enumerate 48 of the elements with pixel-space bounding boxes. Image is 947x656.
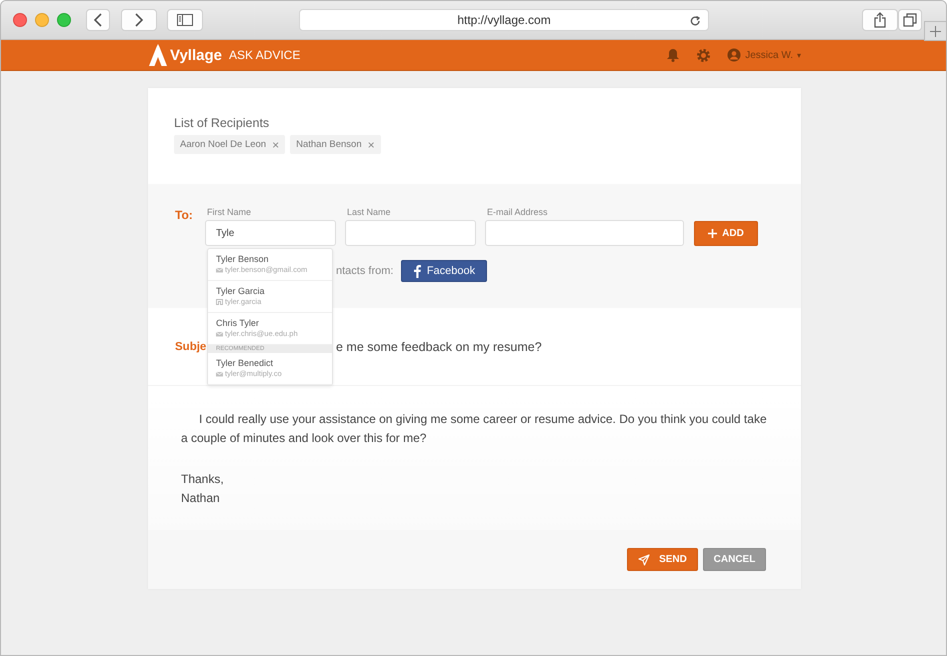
url-text: http://vyllage.com	[457, 13, 551, 27]
to-label: To:	[175, 208, 194, 222]
tent-logo-icon	[149, 44, 167, 66]
tabs-icon	[903, 13, 917, 27]
plus-icon	[930, 26, 941, 36]
facebook-button[interactable]: Facebook	[401, 260, 488, 282]
contact-name: Chris Tyler	[216, 318, 260, 328]
contact-name: Tyler Benedict	[216, 358, 274, 368]
envelope-icon	[216, 370, 223, 376]
envelope-icon	[216, 330, 223, 336]
tabs-button[interactable]	[898, 9, 922, 31]
forward-icon	[134, 13, 144, 27]
settings-icon[interactable]	[696, 48, 712, 62]
back-button[interactable]	[86, 9, 110, 31]
contact-name: Tyler Benson	[216, 254, 270, 264]
subject-label: Subje	[175, 341, 205, 353]
paper-plane-icon	[638, 554, 650, 566]
input-field[interactable]	[485, 220, 684, 246]
import-label: ntacts from:	[336, 265, 394, 277]
field-label: E-mail Address	[487, 207, 549, 217]
address-bar[interactable]: http://vyllage.com	[299, 9, 709, 31]
section-title: ASK ADVICE	[228, 48, 300, 62]
minimize-icon[interactable]	[35, 13, 49, 27]
field-label: First Name	[207, 207, 252, 217]
forward-button[interactable]	[121, 9, 157, 31]
avatar-icon	[727, 48, 742, 62]
bell-icon[interactable]	[666, 48, 680, 62]
facebook-logo-icon	[414, 264, 421, 278]
close-icon[interactable]	[13, 13, 27, 27]
recipients-heading: List of Recipients	[174, 116, 270, 130]
input-field[interactable]: Tyle	[205, 220, 336, 246]
contact-name: Tyler Garcia	[216, 286, 266, 296]
sidebar-icon	[177, 14, 193, 26]
input-field[interactable]	[345, 220, 476, 246]
subject-text[interactable]: e me some feedback on my resume?	[336, 340, 542, 354]
recipient-chip: Nathan Benson ×	[290, 135, 381, 154]
share-button[interactable]	[862, 9, 898, 31]
share-icon	[874, 12, 886, 28]
recipient-chip: Aaron Noel De Leon ×	[174, 135, 286, 154]
envelope-icon	[216, 266, 223, 272]
reload-icon[interactable]	[690, 15, 701, 27]
message-body[interactable]: I could really use your assistance on giving me some career or resume advice. Do you think you could take a couple of minutes and look over this for me? Thanks, Nathan	[148, 385, 801, 530]
sidebar-button[interactable]	[167, 9, 203, 31]
plus-icon	[708, 229, 718, 238]
field-label: Last Name	[347, 207, 392, 217]
zoom-icon[interactable]	[57, 13, 71, 27]
back-icon	[93, 13, 103, 27]
new-tab-button[interactable]	[924, 21, 946, 41]
